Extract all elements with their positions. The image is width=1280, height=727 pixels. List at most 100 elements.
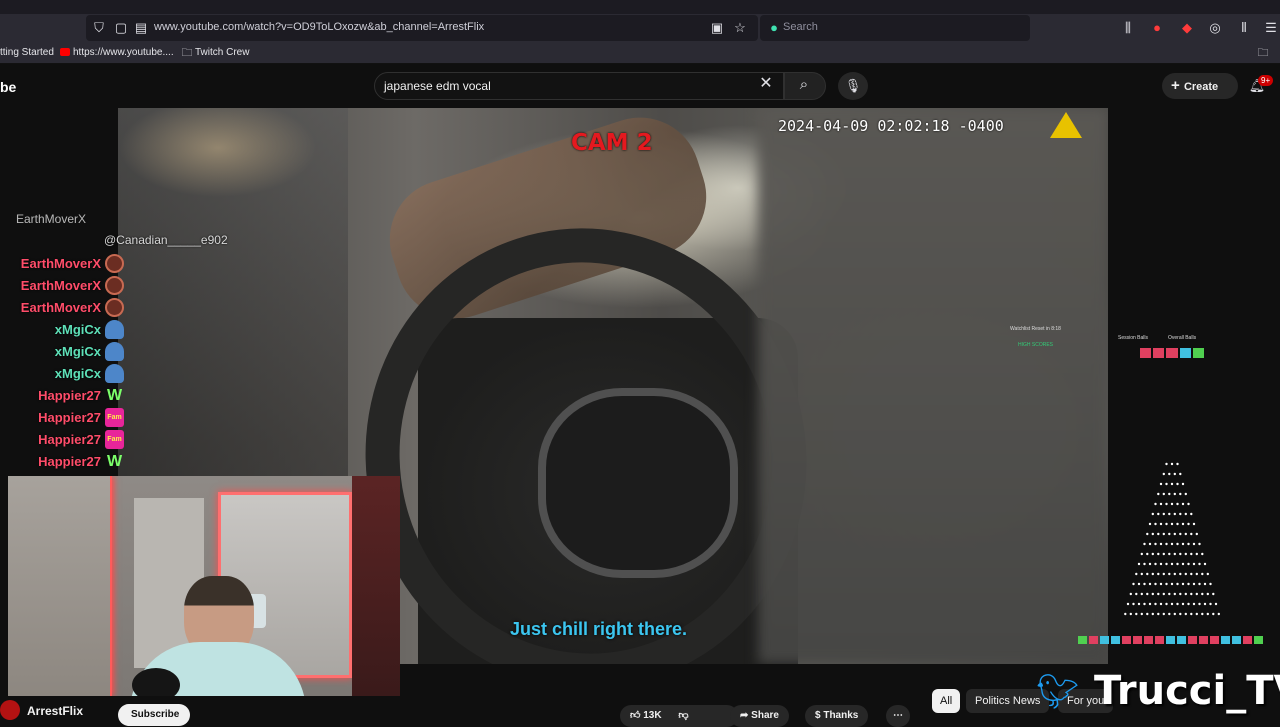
- plinko-peg: [1146, 552, 1149, 556]
- stats-session-balls: Session Balls: [1118, 335, 1149, 341]
- plinko-peg: [1129, 592, 1132, 596]
- plinko-peg: [1159, 562, 1163, 566]
- plinko-peg: [1214, 602, 1218, 606]
- plinko-peg: [1168, 592, 1171, 596]
- extensions-icon[interactable]: ⦀: [1235, 20, 1253, 36]
- bookmark-twitch-crew[interactable]: Twitch Crew: [195, 47, 249, 58]
- browser-tabstrip: [0, 0, 1280, 14]
- channel-avatar[interactable]: [0, 700, 20, 720]
- chat-message: EarthMoverX: [0, 274, 124, 296]
- youtube-logo[interactable]: be: [0, 79, 16, 95]
- plinko-peg: [1173, 612, 1176, 616]
- emote-ghost-icon: [105, 319, 124, 339]
- plinko-peg: [1190, 572, 1193, 576]
- plinko-peg: [1162, 592, 1165, 596]
- youtube-search-query[interactable]: japanese edm vocal: [384, 79, 491, 93]
- plinko-peg: [1187, 562, 1190, 566]
- clear-search-icon[interactable]: ✕: [757, 76, 775, 92]
- plinko-peg: [1187, 522, 1190, 526]
- extension-red-icon[interactable]: ●: [1148, 20, 1166, 36]
- library-icon[interactable]: ⫼: [1119, 20, 1137, 36]
- plinko-peg: [1146, 592, 1149, 596]
- plinko-peg: [1143, 542, 1146, 546]
- account-icon[interactable]: ◎: [1206, 20, 1224, 36]
- create-button[interactable]: + Create: [1162, 73, 1238, 99]
- menu-icon[interactable]: ☰: [1262, 20, 1280, 36]
- plinko-peg: [1190, 612, 1193, 616]
- thumbs-up-icon[interactable]: 👍︎: [630, 710, 640, 721]
- plinko-bucket: [1144, 636, 1153, 644]
- reader-mode-icon[interactable]: ▣: [708, 20, 726, 36]
- subscribe-button[interactable]: Subscribe: [118, 704, 190, 726]
- plinko-peg: [1159, 542, 1163, 546]
- plinko-bucket: [1155, 636, 1164, 644]
- stats-overall-balls: Overall Balls: [1168, 335, 1197, 341]
- plinko-peg: [1176, 602, 1179, 606]
- cam-label: CAM 2: [571, 130, 653, 156]
- url-text[interactable]: www.youtube.com/watch?v=OD9ToLOxozw&ab_c…: [154, 21, 484, 33]
- plinko-peg: [1184, 592, 1187, 596]
- chip-all[interactable]: All: [932, 689, 961, 713]
- share-button[interactable]: ➦ Share: [730, 705, 789, 727]
- more-actions-button[interactable]: ⋯: [886, 705, 910, 727]
- emote-ghost-icon: [105, 341, 124, 361]
- like-dislike-group[interactable]: 👍︎ 13K 👎︎: [620, 705, 738, 727]
- chat-message: EarthMoverX: [0, 252, 124, 274]
- plinko-peg: [1170, 502, 1174, 506]
- microphone-icon: 🎙︎: [844, 78, 862, 93]
- extension-badge-icon[interactable]: ◆: [1178, 20, 1196, 36]
- plinko-peg: [1159, 482, 1163, 486]
- plinko-peg: [1170, 602, 1174, 606]
- warning-icon: [1050, 112, 1082, 138]
- plinko-stats-panel: Watchlist Reset in 8:18 HIGH SCORES Sess…: [1008, 322, 1258, 382]
- plinko-peg: [1154, 502, 1157, 506]
- emote-circle-icon: [105, 275, 124, 295]
- plinko-peg: [1181, 542, 1185, 546]
- plinko-peg: [1165, 542, 1168, 546]
- streamer-webcam: [8, 476, 400, 696]
- plinko-peg: [1129, 612, 1132, 616]
- like-count: 13K: [643, 710, 662, 721]
- plinko-peg: [1146, 572, 1149, 576]
- channel-name[interactable]: ArrestFlix: [27, 704, 83, 718]
- plinko-peg: [1170, 562, 1174, 566]
- chat-message: Happier27 Fam: [0, 406, 124, 428]
- chat-username: EarthMoverX: [20, 299, 101, 315]
- chat-message: Happier27 W: [0, 450, 124, 472]
- plinko-bucket: [1254, 636, 1263, 644]
- plinko-peg: [1168, 512, 1171, 516]
- plinko-peg: [1176, 482, 1179, 486]
- tracking-shield-icon[interactable]: ⛉: [90, 20, 108, 36]
- plinko-peg: [1179, 612, 1182, 616]
- plinko-peg: [1165, 562, 1168, 566]
- bookmark-youtube[interactable]: https://www.youtube....: [73, 47, 174, 58]
- browser-search-placeholder[interactable]: Search: [783, 21, 818, 33]
- plinko-peg: [1209, 582, 1212, 586]
- thumbs-down-icon[interactable]: 👎︎: [678, 710, 688, 721]
- plinko-peg: [1162, 492, 1165, 496]
- create-label: Create: [1183, 81, 1219, 93]
- plinko-peg: [1192, 602, 1196, 606]
- folder-icon: 🗀: [181, 47, 193, 59]
- plinko-peg: [1170, 462, 1174, 466]
- plinko-peg: [1162, 612, 1165, 616]
- plinko-peg: [1203, 562, 1207, 566]
- other-bookmarks-folder-icon[interactable]: 🗀: [1254, 45, 1272, 61]
- thanks-button[interactable]: $ Thanks: [805, 705, 869, 727]
- plinko-peg: [1184, 512, 1187, 516]
- plinko-peg: [1176, 502, 1179, 506]
- plinko-bucket: [1177, 636, 1186, 644]
- plinko-peg: [1179, 552, 1182, 556]
- bookmark-getting-started[interactable]: tting Started: [0, 47, 54, 58]
- plinko-peg: [1168, 492, 1171, 496]
- bookmark-star-icon[interactable]: ☆: [731, 20, 749, 36]
- plinko-peg: [1184, 552, 1187, 556]
- plinko-peg: [1151, 592, 1154, 596]
- plinko-peg: [1151, 532, 1154, 536]
- plinko-peg: [1206, 592, 1209, 596]
- plinko-peg: [1159, 602, 1163, 606]
- plinko-peg: [1173, 512, 1176, 516]
- plinko-peg: [1190, 512, 1193, 516]
- plinko-peg: [1190, 532, 1193, 536]
- plinko-peg: [1151, 552, 1154, 556]
